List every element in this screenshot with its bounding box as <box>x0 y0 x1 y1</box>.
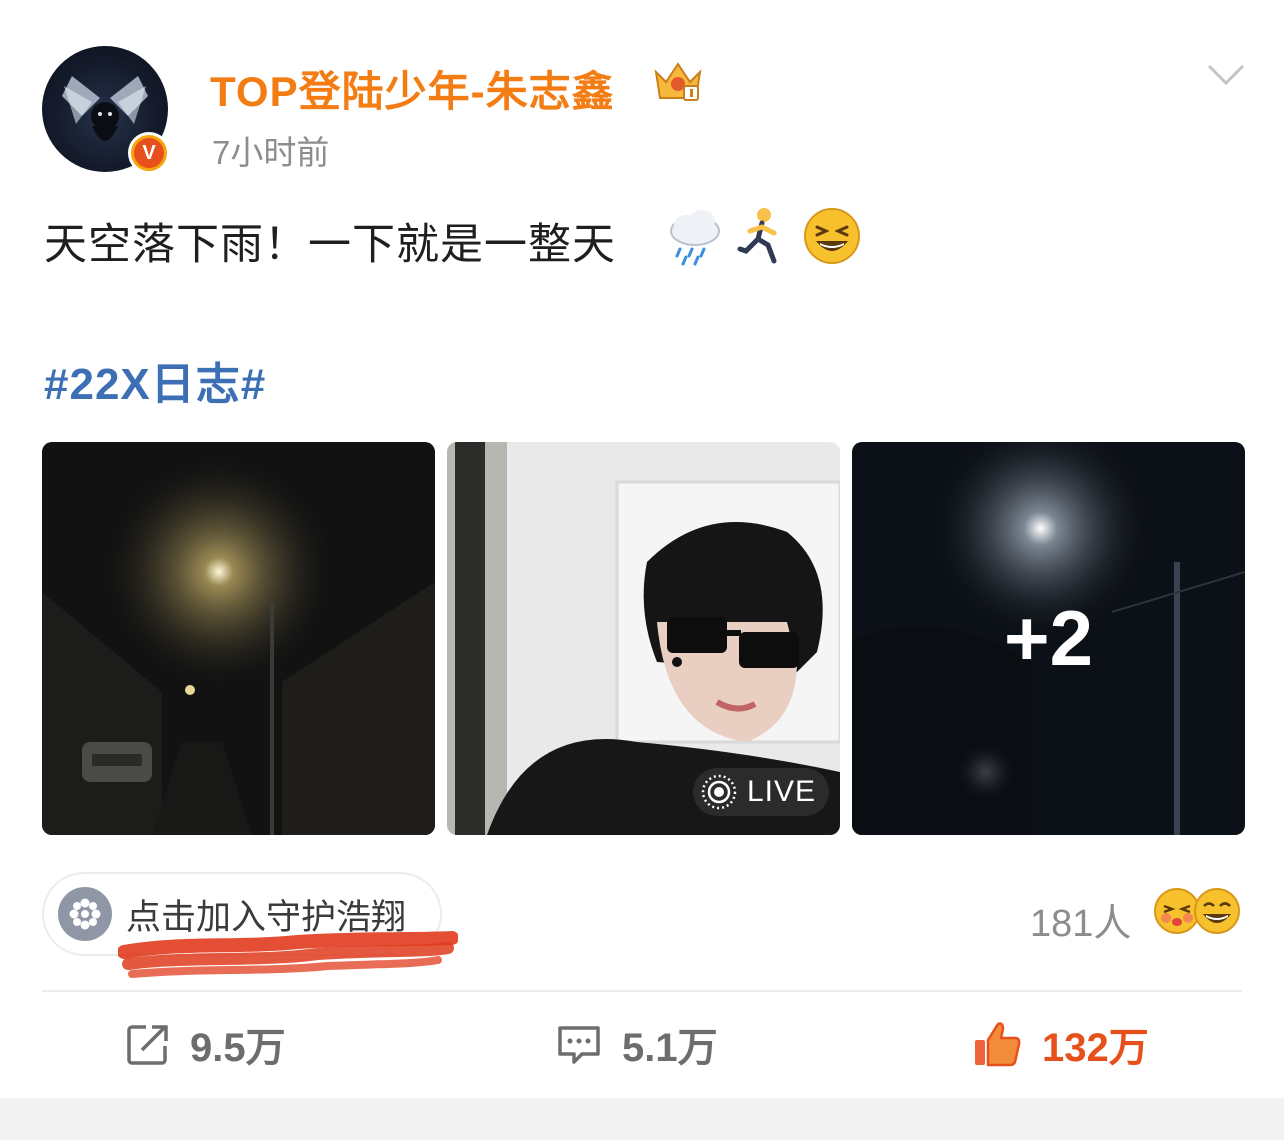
repost-button[interactable]: 9.5万 <box>126 1016 286 1072</box>
grinning-face-icon <box>1194 888 1240 934</box>
card-separator <box>0 1098 1284 1140</box>
weibo-post-card: V TOP登陆少年-朱志鑫 7小时前 天空落下雨！一下就是一整天 #22X日志# <box>0 0 1284 1098</box>
crown-icon <box>654 62 702 101</box>
like-button[interactable]: 132万 <box>972 1016 1149 1072</box>
topic-hashtag[interactable]: #22X日志# <box>44 348 266 412</box>
photo-1[interactable] <box>42 442 435 835</box>
thumbs-up-icon <box>975 1022 1021 1067</box>
live-badge: LIVE <box>693 768 829 816</box>
divider <box>42 990 1242 992</box>
flower-icon <box>58 887 112 941</box>
repost-count: 9.5万 <box>190 1026 286 1070</box>
chevron-down-icon[interactable] <box>1206 62 1246 88</box>
like-count: 132万 <box>1042 1026 1149 1070</box>
comment-count: 5.1万 <box>622 1026 718 1070</box>
repost-icon <box>127 1025 168 1065</box>
username[interactable]: TOP登陆少年-朱志鑫 <box>210 58 615 119</box>
post-time: 7小时前 <box>212 134 330 171</box>
runner-icon <box>737 208 777 264</box>
red-scribble-mark <box>118 931 458 978</box>
guard-fans-count: 181人 <box>1030 903 1132 945</box>
comment-button[interactable]: 5.1万 <box>556 1016 718 1072</box>
verified-badge: V <box>128 132 170 174</box>
live-photo-icon <box>701 774 737 810</box>
photo-2-live[interactable]: LIVE <box>447 442 840 835</box>
photo-3-more[interactable]: +2 <box>852 442 1245 835</box>
more-photos-count: +2 <box>1004 594 1093 682</box>
post-text: 天空落下雨！一下就是一整天 <box>44 221 616 269</box>
rain-cloud-icon <box>670 210 720 266</box>
comment-icon <box>558 1026 600 1064</box>
laughing-face-icon <box>804 208 860 264</box>
